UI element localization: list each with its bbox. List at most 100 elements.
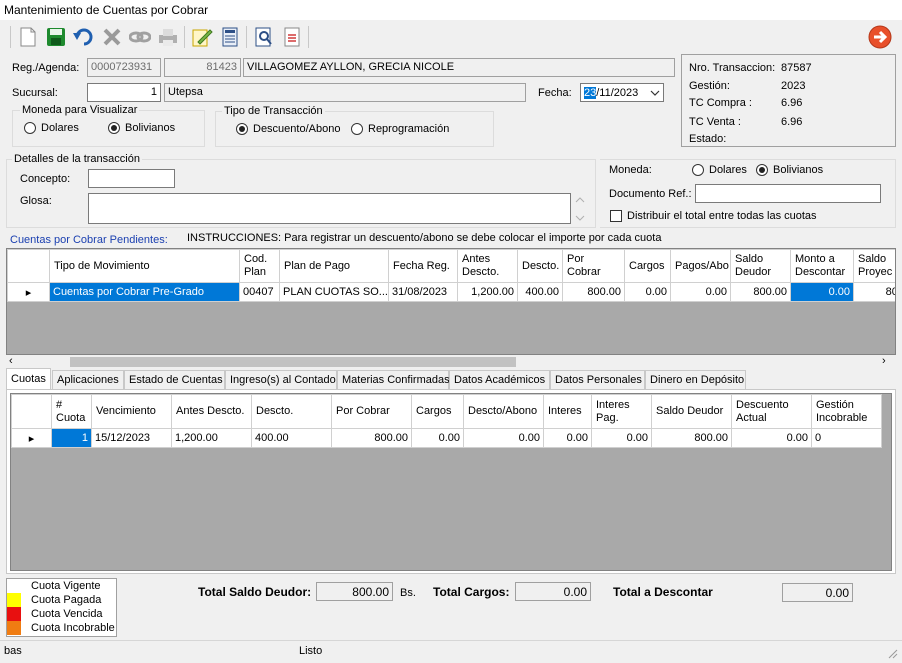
column-header[interactable]: Descuento Actual (731, 394, 812, 429)
column-header[interactable]: # Cuota (51, 394, 92, 429)
radio-circle-selected[interactable] (236, 123, 248, 135)
cell[interactable]: 800.00 (651, 428, 732, 448)
cuotas-grid[interactable]: # Cuota Vencimiento Antes Descto. Descto… (10, 393, 892, 571)
glosa-scrollbar[interactable] (574, 195, 586, 224)
radio-bolivianos[interactable]: Bolivianos (756, 164, 823, 176)
column-header[interactable]: Por Cobrar (562, 249, 625, 283)
tab-ingresos-contado[interactable]: Ingreso(s) al Contado (225, 370, 337, 389)
fecha-datepicker[interactable]: 23 /11/2023 (580, 83, 664, 102)
concepto-input[interactable] (88, 169, 175, 188)
reg-agenda-field[interactable]: 0000723931 (87, 58, 161, 77)
radio-circle[interactable] (351, 123, 363, 135)
scrollbar-thumb[interactable] (70, 357, 516, 367)
column-header[interactable]: Descto. (517, 249, 563, 283)
cell[interactable]: 1,200.00 (171, 428, 252, 448)
radio-circle[interactable] (692, 164, 704, 176)
column-header[interactable]: Gestión Incobrable (811, 394, 882, 429)
radio-dolares-visualizar[interactable]: Dolares (24, 122, 79, 134)
distribuir-checkbox[interactable]: Distribuir el total entre todas las cuot… (610, 210, 817, 222)
cell[interactable]: 800 (853, 282, 895, 302)
column-header[interactable]: Descto/Abono (463, 394, 544, 429)
cell[interactable]: 800.00 (331, 428, 412, 448)
tab-materias-confirmadas[interactable]: Materias Confirmadas (337, 370, 450, 389)
new-document-icon[interactable] (16, 25, 40, 49)
column-header[interactable]: Pagos/Abo (670, 249, 731, 283)
cell[interactable]: 1 (51, 428, 92, 448)
cell[interactable]: PLAN CUOTAS SO... (279, 282, 389, 302)
cell[interactable]: 0.00 (411, 428, 464, 448)
column-header[interactable]: Por Cobrar (331, 394, 412, 429)
cell[interactable]: 400.00 (517, 282, 563, 302)
preview-icon[interactable] (252, 25, 276, 49)
tab-cuotas[interactable]: Cuotas (6, 368, 51, 389)
horizontal-scrollbar[interactable]: ‹ › (6, 355, 896, 369)
radio-circle[interactable] (24, 122, 36, 134)
sucursal-name-field[interactable]: Utepsa (164, 83, 526, 102)
cell[interactable]: 0.00 (543, 428, 592, 448)
column-header[interactable]: Interes (543, 394, 592, 429)
cell[interactable]: 0.00 (731, 428, 812, 448)
radio-bolivianos-visualizar[interactable]: Bolivianos (108, 122, 175, 134)
cell[interactable]: 00407 (239, 282, 280, 302)
calculator-icon[interactable] (218, 25, 242, 49)
column-header[interactable]: Fecha Reg. (388, 249, 458, 283)
scroll-left-icon[interactable]: ‹ (9, 355, 13, 367)
cell[interactable]: 1,200.00 (457, 282, 518, 302)
cell[interactable]: 400.00 (251, 428, 332, 448)
print-icon[interactable] (156, 25, 180, 49)
column-header[interactable]: Antes Descto. (457, 249, 518, 283)
save-icon[interactable] (44, 25, 68, 49)
radio-circle-selected[interactable] (108, 122, 120, 134)
cell[interactable]: Cuentas por Cobrar Pre-Grado (49, 282, 240, 302)
column-header[interactable]: Plan de Pago (279, 249, 389, 283)
agenda-code-field[interactable]: 81423 (164, 58, 241, 77)
column-header[interactable]: Tipo de Movimiento (49, 249, 240, 283)
column-header[interactable]: Vencimiento (91, 394, 172, 429)
cell[interactable]: 0.00 (463, 428, 544, 448)
radio-circle-selected[interactable] (756, 164, 768, 176)
column-header[interactable]: Descto. (251, 394, 332, 429)
exit-icon[interactable] (868, 25, 892, 49)
cell[interactable]: 0 (811, 428, 882, 448)
radio-reprogramacion[interactable]: Reprogramación (351, 123, 449, 135)
radio-descuento-abono[interactable]: Descuento/Abono (236, 123, 340, 135)
tab-datos-personales[interactable]: Datos Personales (550, 370, 645, 389)
column-header[interactable]: Saldo Deudor (651, 394, 732, 429)
delete-icon[interactable] (100, 25, 124, 49)
pendientes-grid[interactable]: Tipo de Movimiento Cod. Plan Plan de Pag… (6, 248, 896, 355)
column-header[interactable]: Interes Pag. (591, 394, 652, 429)
table-row[interactable]: ▸ Cuentas por Cobrar Pre-Grado 00407 PLA… (7, 282, 895, 302)
column-header[interactable]: Cargos (411, 394, 464, 429)
glosa-textarea[interactable] (88, 193, 571, 224)
scroll-right-icon[interactable]: › (882, 355, 886, 367)
resize-grip-icon[interactable] (886, 647, 898, 662)
table-row[interactable]: ▸ 1 15/12/2023 1,200.00 400.00 800.00 0.… (11, 428, 882, 448)
column-header[interactable]: Antes Descto. (171, 394, 252, 429)
tab-aplicaciones[interactable]: Aplicaciones (52, 370, 124, 389)
documento-ref-input[interactable] (695, 184, 881, 203)
column-header[interactable]: Cod. Plan (239, 249, 280, 283)
report-icon[interactable] (280, 25, 304, 49)
client-name-field[interactable]: VILLAGOMEZ AYLLON, GRECIA NICOLE (243, 58, 675, 77)
column-header[interactable]: Saldo Deudor (730, 249, 791, 283)
cell[interactable]: 0.00 (591, 428, 652, 448)
cell[interactable]: 0.00 (790, 282, 854, 302)
undo-icon[interactable] (72, 25, 96, 49)
cell[interactable]: 0.00 (624, 282, 671, 302)
edit-icon[interactable] (190, 25, 214, 49)
column-header[interactable]: Saldo Proyec (853, 249, 895, 283)
tab-datos-academicos[interactable]: Datos Académicos (449, 370, 550, 389)
cell[interactable]: 0.00 (670, 282, 731, 302)
radio-dolares[interactable]: Dolares (692, 164, 747, 176)
cell[interactable]: 31/08/2023 (388, 282, 458, 302)
tab-dinero-deposito[interactable]: Dinero en Depósito (645, 370, 746, 389)
sucursal-field[interactable]: 1 (87, 83, 161, 102)
tab-estado-cuentas[interactable]: Estado de Cuentas (124, 370, 225, 389)
column-header[interactable]: Monto a Descontar (790, 249, 854, 283)
cell[interactable]: 800.00 (562, 282, 625, 302)
column-header[interactable]: Cargos (624, 249, 671, 283)
link-icon[interactable] (128, 25, 152, 49)
cell[interactable]: 800.00 (730, 282, 791, 302)
checkbox-box[interactable] (610, 210, 622, 222)
chevron-down-icon[interactable] (650, 87, 660, 99)
